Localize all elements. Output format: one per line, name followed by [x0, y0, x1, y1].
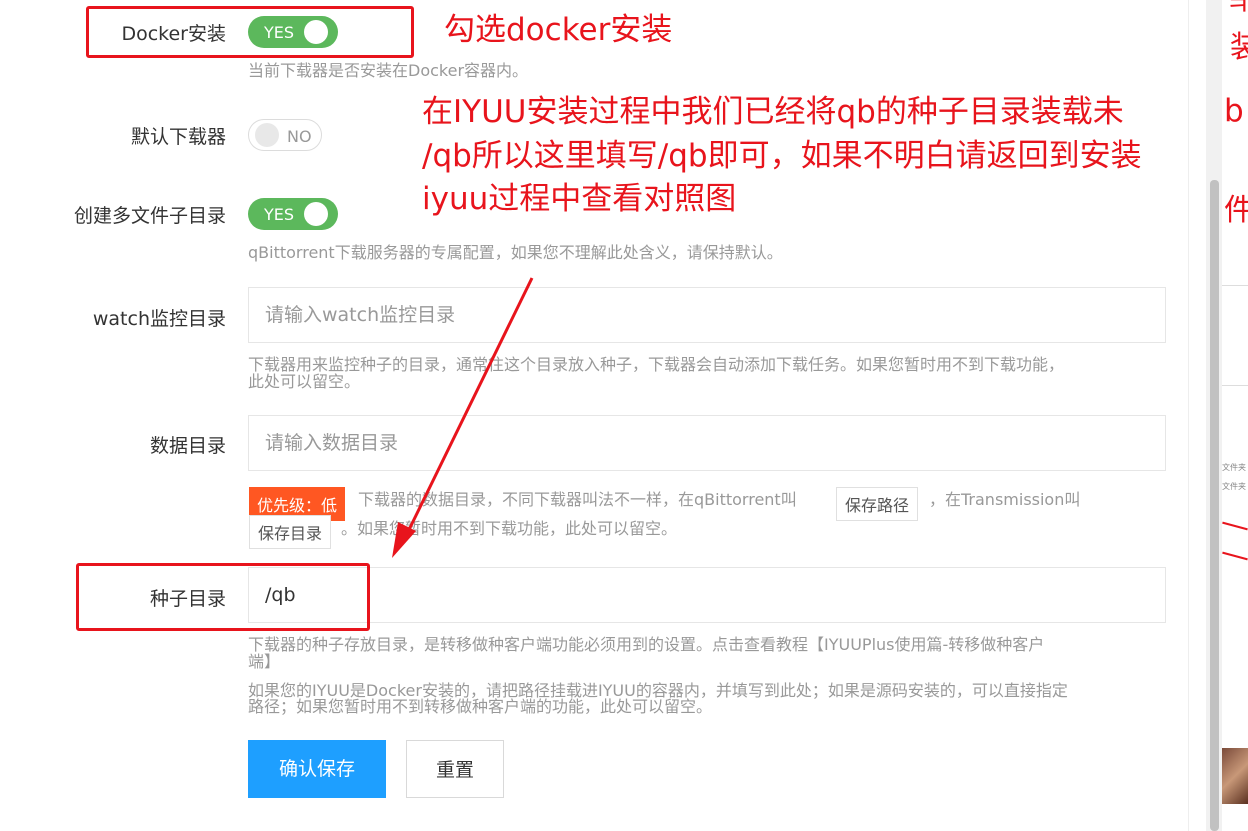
save-button[interactable]: 确认保存 [248, 740, 386, 798]
side-red-line-1 [1222, 521, 1248, 531]
save-path-tag: 保存路径 [836, 487, 919, 521]
side-text-2: 装 [1230, 30, 1248, 65]
side-small-text-1: 文件夹 [1222, 463, 1246, 472]
data-dir-label: 数据目录 [149, 435, 226, 457]
side-divider-1 [1222, 285, 1248, 286]
multi-file-dir-label: 创建多文件子目录 [73, 205, 226, 227]
data-dir-help-part1: 下载器的数据目录，不同下载器叫法不一样，在qBittorrent叫 [358, 490, 797, 509]
reset-button[interactable]: 重置 [406, 740, 504, 798]
default-downloader-label: 默认下载器 [130, 126, 226, 148]
side-red-line-2 [1222, 551, 1248, 561]
seed-dir-input[interactable]: /qb [248, 567, 1166, 623]
side-text-4: 件 [1224, 193, 1248, 228]
watch-dir-help-line2: 此处可以留空。 [248, 372, 361, 391]
annotation-seed-note-line2: /qb所以这里填写/qb即可，如果不明白请返回到安装 [422, 138, 1142, 174]
scrollbar-thumb[interactable] [1210, 180, 1219, 831]
toggle-knob [304, 202, 328, 226]
highlight-docker-box [86, 6, 414, 58]
side-panel: ㅋ 装 b 件 文件夹 文件夹 [1222, 0, 1248, 831]
page-divider [1188, 0, 1189, 831]
annotation-seed-note-line3: iyuu过程中查看对照图 [422, 181, 737, 217]
side-photo [1222, 748, 1248, 804]
save-dir-tag: 保存目录 [249, 515, 332, 549]
default-downloader-toggle-text: NO [287, 127, 312, 146]
watch-dir-label: watch监控目录 [92, 308, 226, 330]
watch-dir-placeholder: 请输入watch监控目录 [265, 304, 456, 326]
side-top-text: ㅋ [1226, 0, 1248, 22]
annotation-seed-note-line1: 在IYUU安装过程中我们已经将qb的种子目录装载未 [422, 94, 1124, 130]
data-dir-input[interactable]: 请输入数据目录 [248, 415, 1166, 471]
data-dir-help-part2: ，在Transmission叫 [929, 490, 1081, 509]
docker-install-help: 当前下载器是否安装在Docker容器内。 [248, 61, 529, 80]
toggle-knob [255, 123, 279, 147]
seed-dir-help1-line1[interactable]: 下载器的种子存放目录，是转移做种客户端功能必须用到的设置。点击查看教程【IYUU… [248, 637, 1044, 653]
side-divider-2 [1222, 385, 1248, 386]
highlight-seed-dir-box [76, 563, 370, 631]
data-dir-placeholder: 请输入数据目录 [265, 432, 399, 454]
seed-dir-help1-line2: 端】 [248, 652, 281, 671]
watch-dir-input[interactable]: 请输入watch监控目录 [248, 287, 1166, 343]
multi-file-dir-toggle-text: YES [264, 205, 295, 224]
multi-file-dir-toggle[interactable]: YES [248, 198, 338, 230]
annotation-docker-note: 勾选docker安装 [444, 12, 673, 48]
watch-dir-help-line1: 下载器用来监控种子的目录，通常往这个目录放入种子，下载器会自动添加下载任务。如果… [248, 355, 1065, 374]
default-downloader-toggle[interactable]: NO [248, 119, 322, 151]
multi-file-dir-help: qBittorrent下载服务器的专属配置，如果您不理解此处含义，请保持默认。 [248, 243, 783, 262]
seed-dir-help2-line2: 路径；如果您暂时用不到转移做种客户端的功能，此处可以留空。 [248, 697, 713, 716]
data-dir-help-part3: 。如果您暂时用不到下载功能，此处可以留空。 [341, 519, 678, 538]
side-text-3: b [1224, 93, 1244, 129]
side-small-text-2: 文件夹 [1222, 482, 1246, 491]
